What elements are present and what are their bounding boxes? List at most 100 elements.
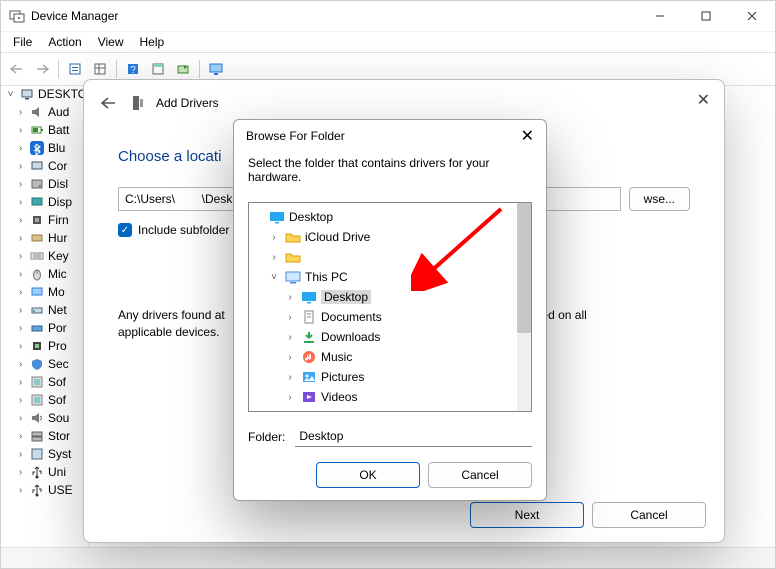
browse-close-button[interactable]: ✕ — [521, 126, 534, 146]
device-category[interactable]: ›Sof — [15, 391, 88, 409]
menu-view[interactable]: View — [90, 33, 132, 51]
toolbar-action3[interactable] — [146, 57, 170, 81]
cancel-button[interactable]: Cancel — [592, 502, 706, 528]
tree-node-videos[interactable]: › Videos — [251, 387, 529, 407]
tree-node-pictures[interactable]: › Pictures — [251, 367, 529, 387]
tree-node-icloud[interactable]: › iCloud Drive — [251, 227, 529, 247]
documents-icon — [301, 309, 317, 325]
toolbar-scan[interactable] — [171, 57, 195, 81]
toolbar-action2[interactable] — [88, 57, 112, 81]
folder-tree[interactable]: Desktop › iCloud Drive › ˅ This PC › Des… — [248, 202, 532, 412]
toolbar-action1[interactable] — [63, 57, 87, 81]
tree-node-documents[interactable]: › Documents — [251, 307, 529, 327]
expand-icon[interactable]: › — [15, 233, 26, 244]
maximize-button[interactable] — [683, 1, 729, 31]
expand-icon[interactable]: › — [15, 323, 26, 334]
device-category[interactable]: ›Sou — [15, 409, 88, 427]
menu-action[interactable]: Action — [40, 33, 89, 51]
device-category[interactable]: ›Pro — [15, 337, 88, 355]
toolbar-help[interactable]: ? — [121, 57, 145, 81]
expand-icon[interactable]: › — [15, 485, 26, 496]
tree-root[interactable]: ˅ DESKTO — [5, 85, 88, 103]
expand-icon[interactable]: › — [15, 161, 26, 172]
device-category[interactable]: ›Mic — [15, 265, 88, 283]
expand-icon[interactable]: › — [283, 372, 297, 383]
expand-icon[interactable]: › — [15, 269, 26, 280]
device-category[interactable]: ›Stor — [15, 427, 88, 445]
wizard-close-button[interactable]: ✕ — [697, 90, 710, 110]
device-category[interactable]: › Disp — [15, 193, 88, 211]
expand-icon[interactable]: › — [15, 395, 26, 406]
device-category[interactable]: ›Cor — [15, 157, 88, 175]
expand-icon[interactable]: › — [15, 305, 26, 316]
device-category[interactable]: ›Batt — [15, 121, 88, 139]
device-label: Disp — [48, 195, 72, 209]
device-category[interactable]: ›Firn — [15, 211, 88, 229]
device-tree[interactable]: ˅ DESKTO ›Aud›Batt›Blu›Cor›Disl›Disp›Fir… — [1, 81, 89, 548]
device-category[interactable]: ›Hur — [15, 229, 88, 247]
expand-icon[interactable]: › — [15, 449, 26, 460]
browse-button[interactable]: wse... — [629, 187, 690, 211]
device-label: Syst — [48, 447, 71, 461]
ok-button[interactable]: OK — [316, 462, 420, 488]
expand-icon[interactable]: › — [15, 287, 26, 298]
pictures-icon — [301, 369, 317, 385]
tree-node-downloads[interactable]: › Downloads — [251, 327, 529, 347]
expand-icon[interactable]: › — [15, 377, 26, 388]
expand-icon[interactable]: › — [283, 332, 297, 343]
device-category[interactable]: ›Mo — [15, 283, 88, 301]
browse-cancel-button[interactable]: Cancel — [428, 462, 532, 488]
menu-help[interactable]: Help — [132, 33, 173, 51]
device-category[interactable]: ›Aud — [15, 103, 88, 121]
expand-icon[interactable]: › — [15, 215, 26, 226]
device-category[interactable]: ›Blu — [15, 139, 88, 157]
device-category[interactable]: ›Key — [15, 247, 88, 265]
expand-icon[interactable]: › — [283, 292, 297, 303]
expand-icon[interactable]: › — [283, 312, 297, 323]
tree-node-this-pc[interactable]: ˅ This PC — [251, 267, 529, 287]
include-subfolders-checkbox[interactable]: ✓ — [118, 223, 132, 237]
expand-icon[interactable]: › — [15, 341, 26, 352]
nav-forward-button[interactable] — [30, 57, 54, 81]
expand-icon[interactable]: › — [267, 252, 281, 263]
device-category[interactable]: ›Uni — [15, 463, 88, 481]
expand-icon[interactable]: › — [15, 467, 26, 478]
device-manager-window: Device Manager File Action View Help ? ˅ — [0, 0, 776, 569]
expand-icon[interactable]: › — [267, 232, 281, 243]
expand-icon[interactable]: › — [15, 197, 26, 208]
tree-node-blank[interactable]: › — [251, 247, 529, 267]
expand-icon[interactable]: › — [15, 107, 26, 118]
wizard-back-button[interactable] — [96, 91, 120, 115]
expand-icon[interactable]: › — [283, 352, 297, 363]
expand-icon[interactable]: › — [15, 125, 26, 136]
folder-name-input[interactable] — [295, 426, 532, 447]
tree-node-music[interactable]: › Music — [251, 347, 529, 367]
device-category[interactable]: ›Sec — [15, 355, 88, 373]
nav-back-button[interactable] — [5, 57, 29, 81]
device-category[interactable]: ›Net — [15, 301, 88, 319]
expand-icon[interactable]: › — [15, 251, 26, 262]
collapse-icon[interactable]: ˅ — [267, 272, 281, 283]
expand-icon[interactable]: › — [15, 431, 26, 442]
device-category[interactable]: ›Por — [15, 319, 88, 337]
device-category[interactable]: › Syst — [15, 445, 88, 463]
next-button[interactable]: Next — [470, 502, 584, 528]
security-icon — [29, 356, 45, 372]
folder-tree-scrollbar[interactable] — [517, 203, 531, 411]
toolbar-monitor[interactable] — [204, 57, 228, 81]
tree-node-desktop[interactable]: Desktop — [251, 207, 529, 227]
device-category[interactable]: ›Sof — [15, 373, 88, 391]
close-button[interactable] — [729, 1, 775, 31]
minimize-button[interactable] — [637, 1, 683, 31]
expand-icon[interactable]: › — [15, 413, 26, 424]
expand-icon[interactable]: › — [283, 392, 297, 403]
tree-node-desktop-selected[interactable]: › Desktop — [251, 287, 529, 307]
expand-icon[interactable]: › — [15, 179, 26, 190]
expand-icon[interactable]: › — [15, 143, 26, 154]
device-category[interactable]: ›USE — [15, 481, 88, 499]
device-category[interactable]: ›Disl — [15, 175, 88, 193]
browse-for-folder-dialog: Browse For Folder ✕ Select the folder th… — [233, 119, 547, 501]
collapse-icon[interactable]: ˅ — [5, 89, 16, 100]
expand-icon[interactable]: › — [15, 359, 26, 370]
menu-file[interactable]: File — [5, 33, 40, 51]
